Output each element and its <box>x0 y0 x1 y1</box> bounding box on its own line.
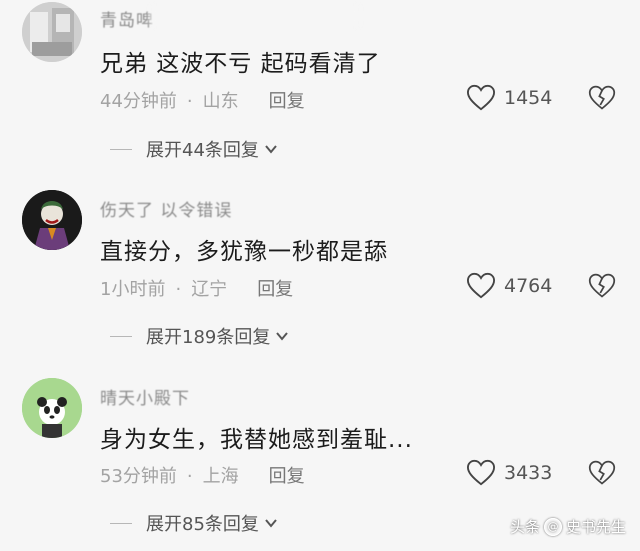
reply-button[interactable]: 回复 <box>269 462 305 488</box>
separator-dot: · <box>186 91 193 112</box>
username[interactable]: 伤天了 以令错误 <box>100 196 232 221</box>
comment-text: 身为女生，我替她感到羞耻... <box>100 427 413 453</box>
comment-text: 直接分，多犹豫一秒都是舔 <box>100 239 388 265</box>
like-button[interactable]: 1454 <box>466 84 552 112</box>
broken-heart-icon[interactable] <box>588 459 616 487</box>
expand-replies-label: 展开44条回复 <box>146 140 259 161</box>
divider-line <box>110 522 132 524</box>
username[interactable]: 晴天小殿下 <box>100 384 190 409</box>
avatar[interactable] <box>22 190 82 250</box>
expand-replies-label: 展开85条回复 <box>146 514 259 535</box>
like-button[interactable]: 3433 <box>466 459 552 487</box>
heart-outline-icon <box>466 272 496 299</box>
comment-time: 44分钟前 <box>100 91 177 112</box>
separator-dot: · <box>175 279 182 300</box>
chevron-down-icon <box>276 332 289 341</box>
like-count: 4764 <box>504 275 553 297</box>
broken-heart-icon[interactable] <box>588 84 616 112</box>
watermark-source: 头条 <box>510 518 541 536</box>
like-count: 1454 <box>504 87 553 109</box>
expand-replies-button[interactable]: 展开85条回复 <box>110 510 279 536</box>
chevron-down-icon <box>265 145 277 154</box>
comment-location: 辽宁 <box>191 279 228 300</box>
reply-button[interactable]: 回复 <box>257 275 293 301</box>
avatar-image <box>22 190 82 250</box>
watermark-author: 史书先生 <box>566 518 627 536</box>
comment-text: 兄弟 这波不亏 起码看清了 <box>100 51 381 77</box>
reply-button[interactable]: 回复 <box>269 87 305 113</box>
comment-location: 山东 <box>202 91 239 112</box>
username[interactable]: 青岛啤 <box>100 6 154 31</box>
separator-dot: · <box>186 466 193 487</box>
at-icon: @ <box>544 517 563 536</box>
expand-replies-button[interactable]: 展开189条回复 <box>110 323 290 349</box>
comment-meta: 44分钟前 · 山东 回复 <box>100 87 305 113</box>
comment-meta: 53分钟前 · 上海 回复 <box>100 462 305 488</box>
watermark: 头条 @ 史书先生 <box>510 516 626 537</box>
chevron-down-icon <box>265 519 277 528</box>
avatar-image <box>22 2 82 62</box>
heart-outline-icon <box>466 459 496 486</box>
like-button[interactable]: 4764 <box>466 272 552 300</box>
comment-location: 上海 <box>202 466 239 487</box>
broken-heart-icon[interactable] <box>588 272 616 300</box>
expand-replies-button[interactable]: 展开44条回复 <box>110 136 279 162</box>
divider-line <box>110 148 132 150</box>
avatar[interactable] <box>22 2 82 62</box>
like-count: 3433 <box>504 462 553 484</box>
avatar-image <box>22 378 82 438</box>
comment-time: 53分钟前 <box>100 466 177 487</box>
comment-time: 1小时前 <box>100 279 166 300</box>
divider-line <box>110 335 132 337</box>
heart-outline-icon <box>466 84 496 111</box>
expand-replies-label: 展开189条回复 <box>146 327 271 348</box>
comment-meta: 1小时前 · 辽宁 回复 <box>100 275 293 301</box>
avatar[interactable] <box>22 378 82 438</box>
